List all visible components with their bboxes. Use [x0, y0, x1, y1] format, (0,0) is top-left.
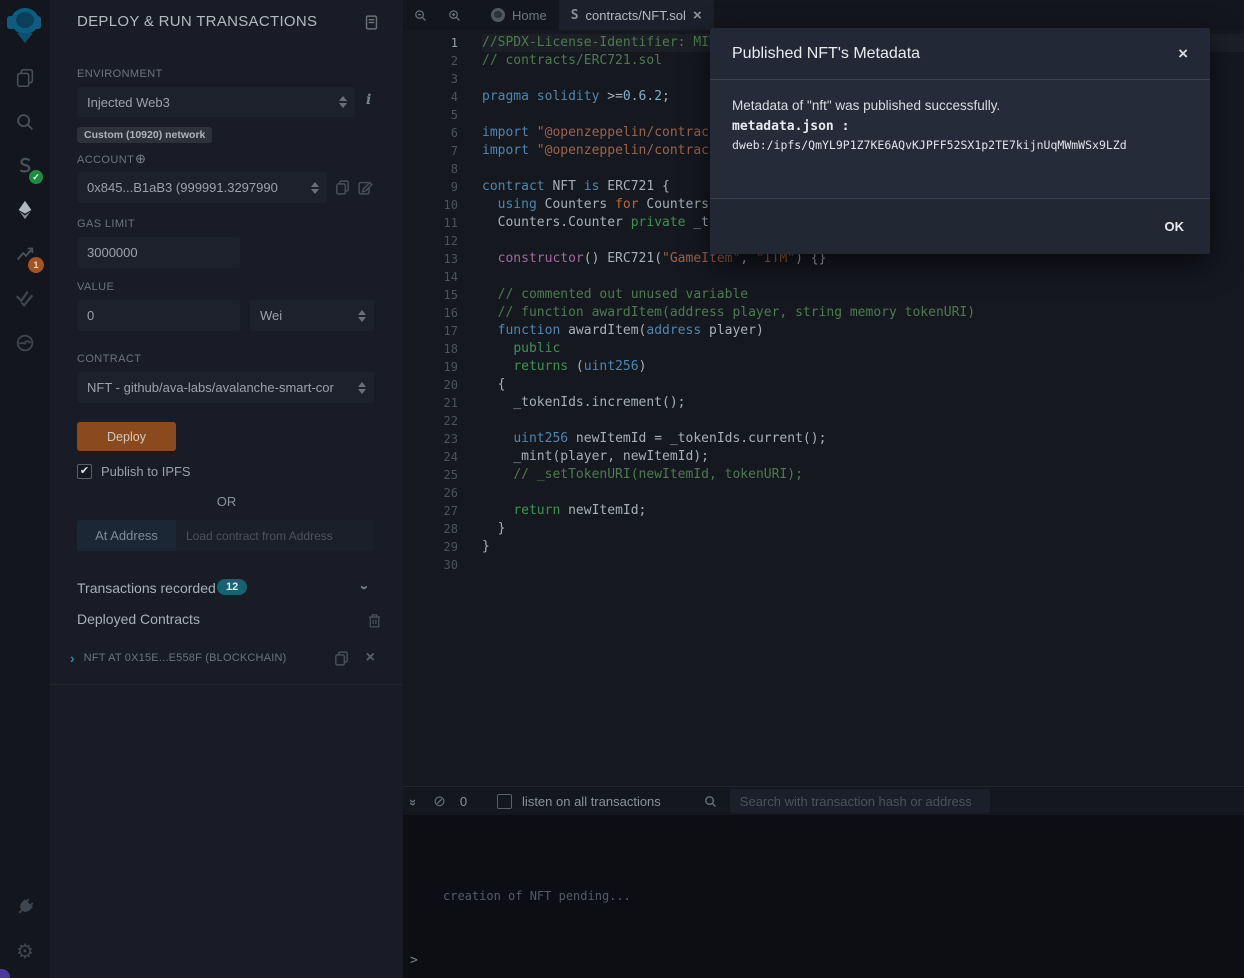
deploy-button[interactable]: Deploy: [77, 422, 176, 451]
deploy-run-panel: DEPLOY & RUN TRANSACTIONS ENVIRONMENT In…: [50, 0, 403, 978]
account-label: ACCOUNT: [77, 154, 134, 166]
at-address-input[interactable]: [176, 520, 374, 551]
modal-close-icon[interactable]: ×: [1178, 44, 1188, 64]
select-arrows-icon: [339, 96, 347, 108]
panel-title: DEPLOY & RUN TRANSACTIONS: [77, 13, 317, 30]
clear-deployed-trash-icon[interactable]: [366, 612, 383, 629]
listen-all-checkbox[interactable]: [497, 794, 512, 809]
expand-contract-chevron-icon[interactable]: ›: [70, 651, 75, 665]
deployed-contracts-label: Deployed Contracts: [77, 611, 200, 627]
environment-info-icon[interactable]: i: [366, 92, 371, 108]
publish-ipfs-label: Publish to IPFS: [101, 464, 191, 479]
solidity-file-icon: S: [571, 8, 579, 23]
close-tab-icon[interactable]: ×: [693, 7, 702, 24]
deploy-run-icon[interactable]: [11, 196, 39, 224]
status-corner-accent: [0, 969, 10, 978]
select-arrows-icon: [358, 382, 366, 394]
plugin-circle-icon[interactable]: [11, 329, 39, 357]
modal-body: Metadata of "nft" was published successf…: [710, 80, 1210, 198]
at-address-button[interactable]: At Address: [77, 520, 176, 551]
contract-label: CONTRACT: [77, 353, 141, 365]
panel-divider: [50, 684, 403, 685]
remove-contract-icon[interactable]: ×: [366, 650, 375, 666]
terminal-prompt: >: [410, 953, 418, 968]
select-arrows-icon: [311, 182, 319, 194]
modal-title: Published NFT's Metadata: [732, 45, 1178, 63]
gas-limit-input[interactable]: 3000000: [77, 237, 240, 268]
sign-message-icon[interactable]: [357, 179, 374, 196]
listen-all-label: listen on all transactions: [522, 794, 661, 809]
modal-ipfs-url: dweb:/ipfs/QmYL9P1Z7KE6AQvKJPFF52SX1p2TE…: [732, 138, 1188, 152]
transactions-count-badge: 12: [217, 579, 247, 595]
transactions-chevron-icon[interactable]: ›: [357, 585, 372, 590]
gas-limit-label: GAS LIMIT: [77, 218, 135, 230]
editor-gutter: 1234567891011121314151617181920212223242…: [403, 34, 458, 574]
modal-message: Metadata of "nft" was published successf…: [732, 98, 1188, 113]
editor-tab-bar: Home S contracts/NFT.sol ×: [403, 0, 1244, 30]
remix-logo-icon[interactable]: [7, 6, 43, 44]
terminal-output[interactable]: creation of NFT pending... >: [403, 815, 1244, 978]
modal-ok-button[interactable]: OK: [1165, 219, 1185, 234]
zoom-in-icon[interactable]: [437, 0, 471, 30]
tab-home[interactable]: Home: [479, 0, 559, 30]
documentation-icon[interactable]: [363, 14, 380, 31]
value-input[interactable]: 0: [77, 300, 240, 331]
or-divider-label: OR: [50, 494, 403, 509]
icon-sidebar: ✓ 1 ⚙: [0, 0, 50, 978]
pending-tx-count: 0: [460, 794, 467, 809]
terminal-search-input[interactable]: [730, 789, 990, 813]
tab-contracts-nft-sol[interactable]: S contracts/NFT.sol ×: [559, 0, 714, 30]
unit-testing-icon[interactable]: [11, 284, 39, 312]
deployed-contract-row[interactable]: › NFT AT 0X15E...E558F (BLOCKCHAIN) ×: [70, 648, 383, 668]
modal-file-label: metadata.json :: [732, 119, 1188, 134]
copy-contract-address-icon[interactable]: [333, 650, 350, 667]
settings-gear-icon[interactable]: ⚙: [11, 937, 39, 965]
terminal-toolbar: » ⊘ 0 listen on all transactions: [403, 786, 1244, 815]
search-icon[interactable]: [11, 108, 39, 136]
compiler-success-badge: ✓: [29, 170, 43, 184]
analytics-count-badge: 1: [28, 257, 44, 273]
environment-select[interactable]: Injected Web3: [77, 87, 355, 117]
copy-account-icon[interactable]: [334, 179, 351, 196]
transactions-recorded-label: Transactions recorded: [77, 580, 216, 596]
value-label: VALUE: [77, 281, 114, 293]
terminal-search-icon: [703, 794, 718, 809]
select-arrows-icon: [358, 310, 366, 322]
zoom-out-icon[interactable]: [403, 0, 437, 30]
account-select[interactable]: 0x845...B1aB3 (999991.3297990: [77, 172, 327, 203]
publish-ipfs-checkbox[interactable]: ✔: [77, 464, 92, 479]
modal-footer: OK: [710, 198, 1210, 254]
add-account-icon[interactable]: ⊕: [135, 151, 146, 167]
terminal-collapse-icon[interactable]: »: [406, 798, 421, 803]
value-unit-select[interactable]: Wei: [250, 300, 374, 331]
plugin-manager-icon[interactable]: [11, 893, 39, 921]
contract-select[interactable]: NFT - github/ava-labs/avalanche-smart-co…: [77, 372, 374, 403]
deployed-contract-label: NFT AT 0X15E...E558F (BLOCKCHAIN): [84, 652, 333, 664]
home-tab-icon: [491, 8, 505, 22]
network-badge: Custom (10920) network: [77, 127, 212, 143]
file-explorer-icon[interactable]: [11, 64, 39, 92]
terminal-log-line: creation of NFT pending...: [443, 889, 631, 903]
published-metadata-modal: Published NFT's Metadata × Metadata of "…: [710, 28, 1210, 254]
environment-label: ENVIRONMENT: [77, 68, 163, 80]
remix-ide-app: ✓ 1 ⚙ DEPLOY & RUN TRANSACTIONS ENVIRONM…: [0, 0, 1244, 978]
terminal-clear-icon[interactable]: ⊘: [433, 792, 446, 810]
modal-header: Published NFT's Metadata ×: [710, 28, 1210, 80]
